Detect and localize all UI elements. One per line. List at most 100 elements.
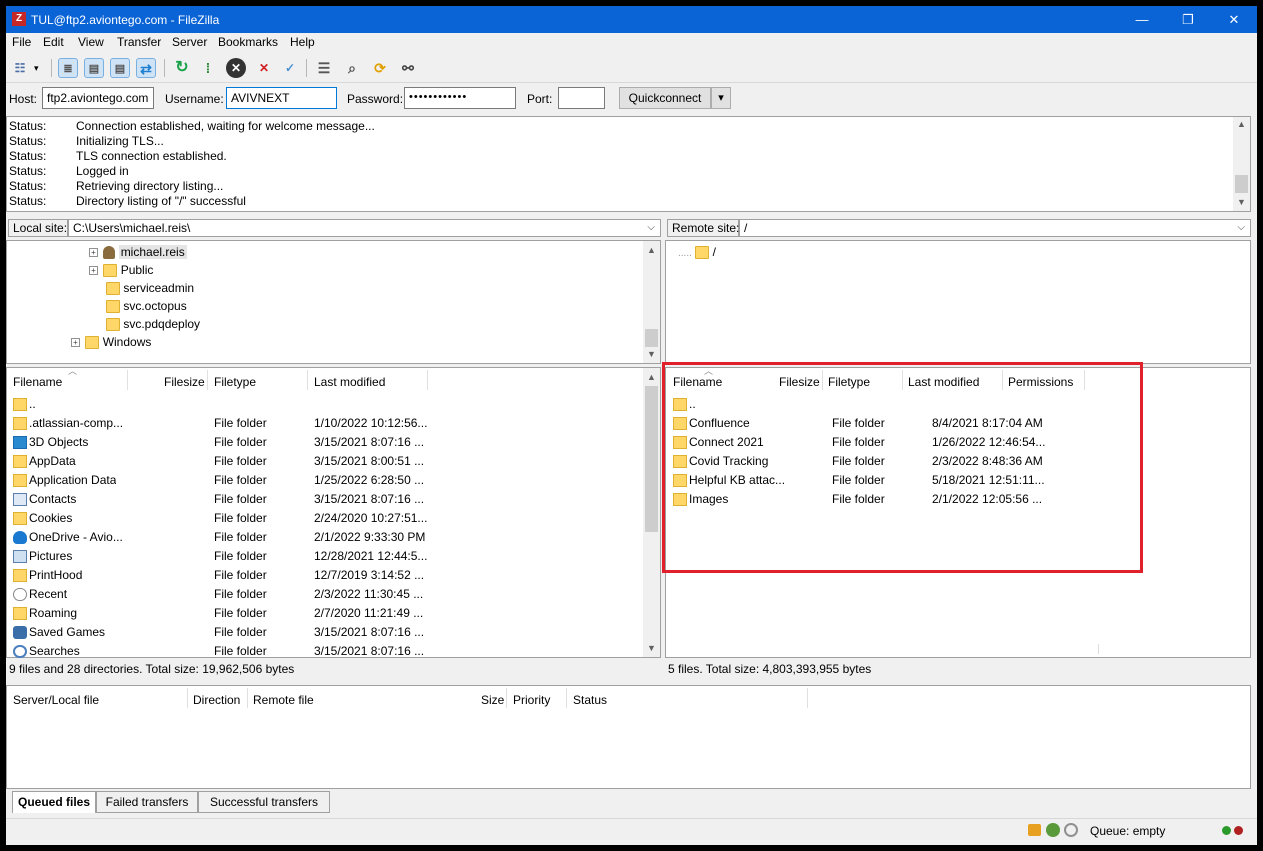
scroll-down-icon[interactable]: ▼ <box>643 349 660 359</box>
menu-view[interactable]: View <box>78 35 104 49</box>
refresh-icon[interactable]: ↻ <box>172 58 192 78</box>
col-direction[interactable]: Direction <box>193 693 240 707</box>
tree-item-label: serviceadmin <box>123 281 195 295</box>
tree-item[interactable]: + Public <box>89 263 153 281</box>
username-input[interactable]: AVIVNEXT <box>226 87 337 109</box>
queue-header: Server/Local file Direction Remote file … <box>7 686 1250 710</box>
col-filesize[interactable]: Filesize <box>164 375 205 389</box>
table-row[interactable]: Cookies File folder 2/24/2020 10:27:51... <box>7 509 643 528</box>
file-name: Roaming <box>29 606 78 620</box>
expand-icon[interactable]: + <box>89 248 98 258</box>
file-name-cell: 3D Objects <box>13 435 88 450</box>
table-row[interactable]: .. <box>7 395 643 414</box>
table-row[interactable]: Saved Games File folder 3/15/2021 8:07:16 … <box>7 623 643 642</box>
scroll-thumb[interactable] <box>1235 175 1248 193</box>
table-row[interactable]: Contacts File folder 3/15/2021 8:07:16 ... <box>7 490 643 509</box>
tree-item[interactable]: svc.octopus <box>106 299 187 317</box>
quickconnect-dropdown-icon[interactable]: ▾ <box>711 87 731 109</box>
table-row[interactable]: PrintHood File folder 12/7/2019 3:14:52 ..… <box>7 566 643 585</box>
scroll-up-icon[interactable]: ▲ <box>643 372 660 382</box>
file-name: OneDrive - Avio... <box>29 530 123 544</box>
scroll-up-icon[interactable]: ▲ <box>1233 119 1250 129</box>
sync-browse-icon[interactable]: ⟳ <box>370 58 390 78</box>
scroll-thumb[interactable] <box>645 386 658 532</box>
col-size[interactable]: Size <box>481 693 504 707</box>
local-tree: + michael.reis + Public serviceadmin svc… <box>6 240 661 364</box>
local-list-scrollbar[interactable]: ▲ ▼ <box>643 368 660 657</box>
local-tree-scrollbar[interactable]: ▲ ▼ <box>643 241 660 363</box>
disconnect-icon[interactable]: ✕ <box>254 58 274 78</box>
remote-site-label: Remote site: <box>667 219 739 237</box>
expand-icon[interactable]: + <box>89 266 98 276</box>
col-filetype[interactable]: Filetype <box>214 375 256 389</box>
tree-item[interactable]: serviceadmin <box>106 281 194 299</box>
col-status[interactable]: Status <box>573 693 607 707</box>
chevron-down-icon[interactable]: ⌵ <box>1237 222 1245 233</box>
search-icon[interactable]: ⚯ <box>398 58 418 78</box>
close-button[interactable]: ✕ <box>1211 6 1257 33</box>
status-bar: Queue: empty <box>6 818 1257 845</box>
queue-tabs: Queued files Failed transfers Successful… <box>12 791 332 814</box>
expand-icon[interactable]: + <box>71 338 80 348</box>
table-row[interactable]: 3D Objects File folder 3/15/2021 8:07:16 .… <box>7 433 643 452</box>
tab-successful-transfers[interactable]: Successful transfers <box>198 791 330 813</box>
local-path-input[interactable]: C:\Users\michael.reis\ ⌵ <box>68 219 661 237</box>
table-row[interactable]: Roaming File folder 2/7/2020 11:21:49 ... <box>7 604 643 623</box>
toggle-remote-tree-icon[interactable]: ▤ <box>110 58 130 78</box>
site-manager-dropdown-icon[interactable]: ▾ <box>34 63 39 74</box>
table-row[interactable]: .atlassian-comp... File folder 1/10/2022 1… <box>7 414 643 433</box>
filter-icon[interactable]: ☰ <box>314 58 334 78</box>
scroll-down-icon[interactable]: ▼ <box>643 643 660 653</box>
cancel-icon[interactable]: ✕ <box>226 58 246 78</box>
file-name: Saved Games <box>29 625 106 639</box>
scroll-down-icon[interactable]: ▼ <box>1233 197 1250 207</box>
menu-file[interactable]: File <box>12 35 31 49</box>
menu-bookmarks[interactable]: Bookmarks <box>218 35 278 49</box>
restore-button[interactable]: ❐ <box>1165 6 1211 33</box>
port-input[interactable] <box>558 87 605 109</box>
menu-edit[interactable]: Edit <box>43 35 64 49</box>
tab-failed-transfers[interactable]: Failed transfers <box>96 791 198 813</box>
table-row[interactable]: Application Data File folder 1/25/2022 6:2… <box>7 471 643 490</box>
table-row[interactable]: OneDrive - Avio... File folder 2/1/2022 9:… <box>7 528 643 547</box>
col-remote-file[interactable]: Remote file <box>253 693 314 707</box>
col-priority[interactable]: Priority <box>513 693 550 707</box>
host-input[interactable]: ftp2.aviontego.com <box>42 87 154 109</box>
tree-item[interactable]: svc.pdqdeploy <box>106 317 200 335</box>
tab-queued-files[interactable]: Queued files <box>12 791 96 813</box>
table-row[interactable]: Recent File folder 2/3/2022 11:30:45 ... <box>7 585 643 604</box>
menu-server[interactable]: Server <box>172 35 207 49</box>
tree-item[interactable]: + Windows <box>71 335 151 353</box>
tree-item[interactable]: + michael.reis <box>89 245 187 263</box>
file-modified: 3/15/2021 8:07:16 ... <box>314 625 425 639</box>
minimize-button[interactable]: — <box>1119 6 1165 33</box>
menu-help[interactable]: Help <box>290 35 315 49</box>
toggle-queue-icon[interactable]: ⇄ <box>136 58 156 78</box>
scroll-thumb[interactable] <box>645 329 658 347</box>
scroll-up-icon[interactable]: ▲ <box>643 245 660 255</box>
menu-transfer[interactable]: Transfer <box>117 35 161 49</box>
quickconnect-button[interactable]: Quickconnect <box>619 87 711 109</box>
log-scrollbar[interactable]: ▲ ▼ <box>1233 117 1250 211</box>
col-server-local-file[interactable]: Server/Local file <box>13 693 99 707</box>
compare-icon[interactable]: ⌕ <box>342 58 362 78</box>
col-filename[interactable]: Filename <box>13 375 62 389</box>
table-row[interactable]: AppData File folder 3/15/2021 8:00:51 ... <box>7 452 643 471</box>
process-queue-icon[interactable]: ⁞ <box>198 58 218 78</box>
table-row[interactable]: Pictures File folder 12/28/2021 12:44:5... <box>7 547 643 566</box>
toggle-log-icon[interactable]: ≣ <box>58 58 78 78</box>
site-manager-icon[interactable]: ☷ <box>10 58 30 78</box>
remote-path-input[interactable]: / ⌵ <box>739 219 1251 237</box>
col-last-modified[interactable]: Last modified <box>314 375 385 389</box>
file-name-cell: Pictures <box>13 549 72 564</box>
queue-status-text: Queue: empty <box>1090 824 1166 838</box>
saved-games-icon <box>13 626 27 640</box>
toggle-local-tree-icon[interactable]: ▤ <box>84 58 104 78</box>
filezilla-window: Z TUL@ftp2.aviontego.com - FileZilla — ❐… <box>6 6 1257 845</box>
reconnect-icon[interactable]: ✓ <box>280 58 300 78</box>
chevron-down-icon[interactable]: ⌵ <box>647 222 655 233</box>
folder-icon <box>13 417 27 431</box>
tree-item[interactable]: ..... / <box>678 245 716 263</box>
password-input[interactable]: •••••••••••• <box>404 87 516 109</box>
file-modified: 3/15/2021 8:07:16 ... <box>314 435 425 449</box>
